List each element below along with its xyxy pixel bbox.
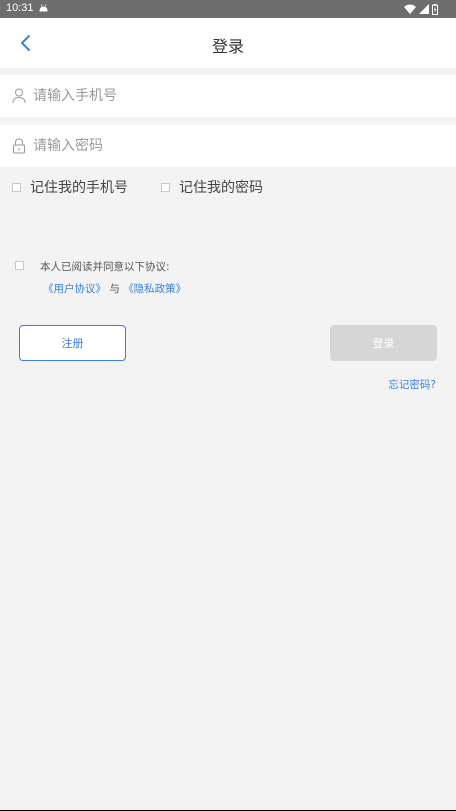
user-icon bbox=[12, 88, 26, 104]
status-time: 10:31 bbox=[6, 2, 34, 14]
privacy-policy-link[interactable]: 《隐私政策》 bbox=[123, 283, 186, 295]
agreement-text: 本人已阅读并同意以下协议: bbox=[40, 261, 170, 273]
agreement-conjunction: 与 bbox=[109, 283, 120, 295]
remember-password-checkbox[interactable] bbox=[161, 182, 170, 192]
login-button[interactable]: 登录 bbox=[330, 325, 437, 361]
status-bar: 10:31 bbox=[0, 0, 456, 18]
forgot-password-link[interactable]: 忘记密码? bbox=[388, 377, 436, 392]
password-field bbox=[0, 125, 456, 167]
battery-icon bbox=[432, 3, 438, 15]
agreement-links: 《用户协议》 与 《隐私政策》 bbox=[43, 281, 186, 296]
nav-bar: 登录 bbox=[0, 18, 456, 68]
agreement-checkbox[interactable] bbox=[15, 261, 24, 270]
password-input[interactable] bbox=[33, 125, 443, 167]
remember-password-label: 记住我的密码 bbox=[179, 180, 263, 196]
remember-password-option[interactable]: 记住我的密码 bbox=[161, 178, 263, 196]
remember-phone-label: 记住我的手机号 bbox=[30, 180, 128, 196]
wifi-icon bbox=[404, 4, 416, 14]
lock-icon bbox=[13, 138, 25, 154]
phone-input[interactable] bbox=[33, 75, 443, 117]
phone-field bbox=[0, 75, 456, 117]
remember-phone-checkbox[interactable] bbox=[12, 182, 21, 192]
register-button[interactable]: 注册 bbox=[19, 325, 126, 361]
android-notification-icon bbox=[39, 4, 48, 12]
status-icons bbox=[404, 3, 438, 15]
remember-phone-option[interactable]: 记住我的手机号 bbox=[12, 178, 128, 196]
cellular-signal-icon bbox=[419, 4, 429, 14]
user-agreement-link[interactable]: 《用户协议》 bbox=[43, 283, 106, 295]
page-title: 登录 bbox=[211, 37, 244, 56]
